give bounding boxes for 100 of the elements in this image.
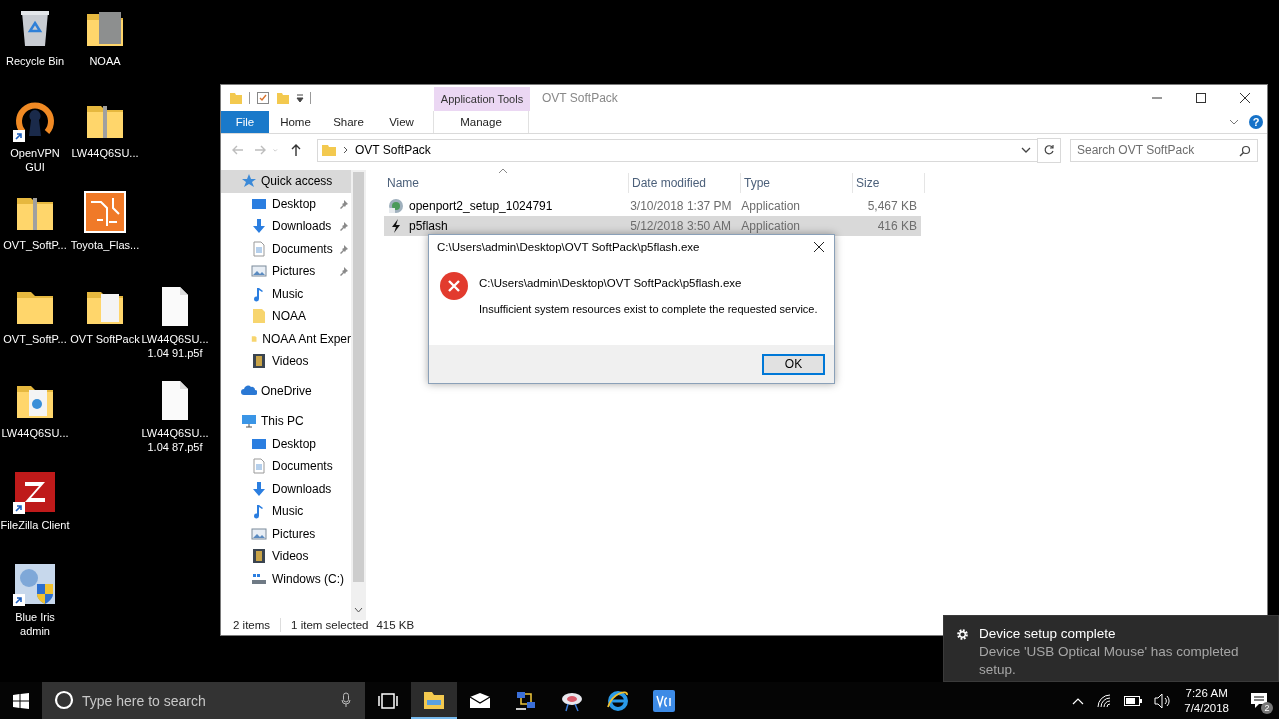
chevron-down-icon[interactable]	[1021, 147, 1031, 153]
star-icon	[241, 173, 257, 190]
file-row[interactable]: p5flash 5/12/2018 3:50 AM Application 416 KB	[384, 216, 921, 236]
desktop-icon-label[interactable]: Recycle Bin	[0, 54, 70, 68]
close-icon[interactable]	[1240, 93, 1250, 103]
down-arrow-icon	[251, 480, 267, 497]
pin-icon[interactable]	[339, 266, 349, 277]
file-tab[interactable]: File	[221, 111, 269, 133]
desktop-icon-label[interactable]: LW44Q6SU...	[0, 426, 70, 440]
window-title: OVT SoftPack	[542, 90, 618, 107]
desktop-icon-label[interactable]: Toyota_Flas...	[70, 238, 140, 252]
folder-icon	[251, 308, 267, 325]
chevron-right-icon[interactable]	[343, 146, 349, 154]
sidebar-item[interactable]: OneDrive	[221, 380, 351, 403]
refresh-icon[interactable]	[1043, 144, 1055, 156]
monitor-icon	[241, 413, 257, 430]
logo-icon[interactable]	[13, 470, 57, 514]
folder-icon[interactable]	[411, 682, 457, 719]
desktop-icon-label[interactable]: LW44Q6SU... 1.04 91.p5f	[140, 332, 210, 360]
notification-toast[interactable]: Device setup complete Device 'USB Optical Mouse' has completed setup.	[943, 615, 1279, 682]
breadcrumb[interactable]: OVT SoftPack	[355, 143, 431, 157]
scrollbar[interactable]	[351, 170, 366, 620]
desktop-icon-label[interactable]: LW44Q6SU... 1.04 87.p5f	[140, 426, 210, 454]
sidebar-item[interactable]: NOAA	[221, 305, 351, 328]
sidebar-item[interactable]: Documents	[221, 455, 351, 478]
column-header[interactable]: Size	[853, 173, 925, 193]
context-tab-header: Application Tools	[434, 87, 530, 111]
properties-icon[interactable]	[256, 91, 270, 105]
desktop-icon-label[interactable]: NOAA	[70, 54, 140, 68]
ok-button[interactable]: OK	[762, 353, 825, 375]
sidebar-item[interactable]: Desktop	[221, 432, 351, 455]
column-header[interactable]: Date modified	[629, 173, 741, 193]
table-cell-text: 5,467 KB	[866, 199, 918, 213]
document-icon	[251, 240, 267, 257]
sidebar-item[interactable]: This PC	[221, 410, 351, 433]
desktop-icon-label[interactable]: FileZilla Client	[0, 518, 70, 532]
wifi-icon[interactable]	[1096, 692, 1113, 709]
desktop-icon-label[interactable]: OVT_SoftP...	[0, 238, 70, 252]
status-text: 2 items	[233, 618, 271, 631]
table-cell-text: 416 KB	[876, 219, 918, 233]
chevron-up-icon[interactable]	[1072, 696, 1085, 705]
battery-icon[interactable]	[1124, 695, 1143, 706]
circle-icon[interactable]	[54, 690, 74, 710]
sidebar-item[interactable]: Music	[221, 500, 351, 523]
close-icon[interactable]	[814, 242, 824, 252]
folder-icon	[321, 142, 337, 158]
sidebar-item[interactable]: Music	[221, 282, 351, 305]
document-icon	[251, 458, 267, 475]
desktop-icon-label[interactable]: LW44Q6SU...	[70, 146, 140, 160]
sidebar-item[interactable]: Downloads	[221, 477, 351, 500]
volume-icon[interactable]	[1154, 692, 1173, 709]
sidebar-item[interactable]: Pictures	[221, 260, 351, 283]
chevron-down-icon[interactable]	[1229, 119, 1239, 125]
help-button[interactable]: ?	[1249, 115, 1263, 129]
table-cell-text: 3/10/2018 1:37 PM	[629, 199, 733, 213]
sidebar-item[interactable]: NOAA Ant Exper	[221, 327, 351, 350]
desktop-icon-label[interactable]: Blue Iris admin	[0, 610, 70, 638]
sidebar-item[interactable]: Pictures	[221, 522, 351, 545]
column-header[interactable]: Type	[741, 173, 853, 193]
file-name: openport2_setup_1024791	[409, 199, 553, 213]
gear-icon	[956, 628, 969, 641]
sidebar-item[interactable]: Quick access	[221, 170, 351, 193]
column-header[interactable]: Name	[384, 173, 629, 193]
ribbon-tab[interactable]: View	[375, 111, 428, 133]
sidebar-item[interactable]: Videos	[221, 545, 351, 568]
sidebar-item[interactable]: Documents	[221, 237, 351, 260]
notification-text: Device 'USB Optical Mouse' has completed setup.	[979, 643, 1240, 679]
ribbon-tab[interactable]: Home	[269, 111, 322, 133]
dialog-path: C:\Users\admin\Desktop\OVT SoftPack\p5flash.exe	[479, 277, 743, 289]
installer-icon	[388, 198, 404, 214]
circuit-icon[interactable]	[83, 190, 127, 234]
status-text: 1 item selected	[291, 618, 369, 631]
sidebar-item[interactable]: Videos	[221, 350, 351, 373]
desktop-icon-label[interactable]: OVT SoftPack	[70, 332, 140, 346]
pin-icon[interactable]	[339, 243, 349, 254]
sidebar-item[interactable]: Downloads	[221, 215, 351, 238]
notifications-icon[interactable]	[1249, 690, 1269, 711]
search-field[interactable]: Search OVT SoftPack	[1070, 138, 1258, 162]
microphone-icon[interactable]	[341, 692, 351, 708]
windows-start-icon[interactable]	[13, 692, 29, 709]
desktop-icon-label[interactable]: OpenVPN GUI	[0, 146, 70, 174]
sort-caret-icon	[498, 168, 508, 174]
customize-dropdown-icon[interactable]	[296, 93, 304, 103]
pin-icon[interactable]	[339, 221, 349, 232]
sidebar-item[interactable]: Desktop	[221, 192, 351, 215]
dialog-message: Insufficient system resources exist to complete the requested service.	[479, 303, 818, 315]
sidebar-item[interactable]: Windows (C:)	[221, 567, 351, 590]
maximize-icon[interactable]	[1196, 93, 1206, 103]
desktop-icon-label[interactable]: OVT_SoftP...	[0, 332, 70, 346]
clock[interactable]: 7:26 AM 7/4/2018	[1184, 685, 1229, 716]
address-bar[interactable]: OVT SoftPack	[317, 138, 1038, 162]
search-field[interactable]: Type here to search	[42, 682, 365, 719]
file-row[interactable]: openport2_setup_1024791 3/10/2018 1:37 PM Application 5,467 KB	[384, 196, 921, 216]
notification-title: Device setup complete	[979, 625, 1117, 643]
pin-icon[interactable]	[339, 198, 349, 209]
up-arrow-icon[interactable]	[289, 143, 303, 157]
search-icon[interactable]	[1239, 144, 1251, 157]
error-icon	[439, 271, 469, 301]
ribbon-tab[interactable]: Share	[322, 111, 375, 133]
shield-icon[interactable]	[13, 562, 57, 606]
